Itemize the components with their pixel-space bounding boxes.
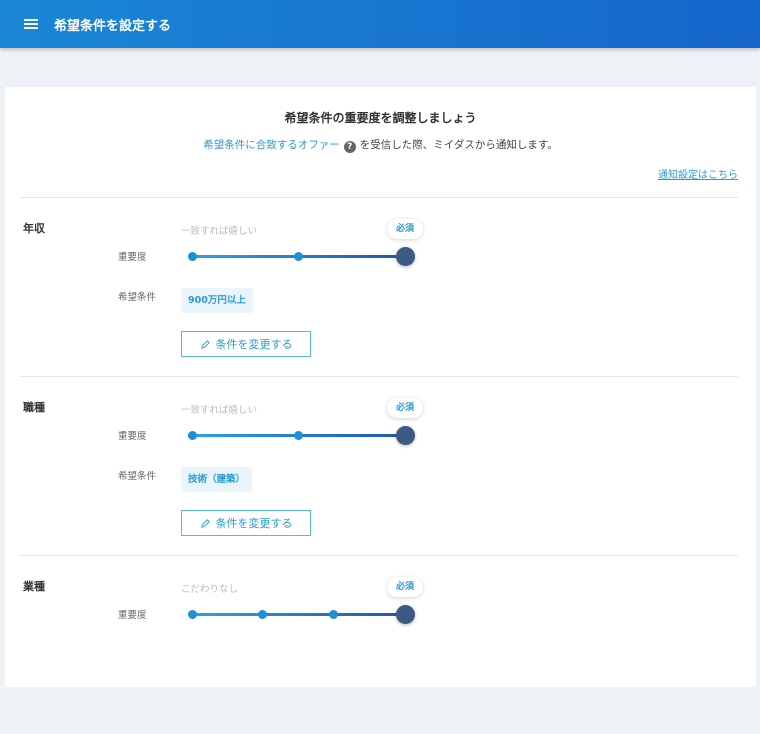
required-badge: 必須 (387, 219, 423, 239)
pencil-icon (200, 518, 210, 528)
section-title: 年収 (23, 222, 45, 235)
change-condition-button[interactable]: 条件を変更する (181, 510, 311, 536)
slider-track[interactable] (192, 613, 405, 616)
change-condition-label: 条件を変更する (215, 338, 293, 351)
slider-handle[interactable] (395, 425, 415, 445)
menu-icon[interactable] (24, 19, 38, 29)
condition-section: 業種 こだわりなし 重要度 必須 (20, 555, 738, 734)
slider-stop[interactable] (294, 430, 303, 440)
matching-offer-link[interactable]: 希望条件に合致するオファー (203, 139, 340, 151)
slider-handle[interactable] (395, 246, 415, 266)
notification-settings-link[interactable]: 通知設定はこちら (658, 166, 738, 181)
importance-level-label: 一致すれば嬉しい (181, 226, 258, 237)
section-title: 業種 (23, 580, 45, 593)
slider-stop[interactable] (187, 609, 197, 619)
intro-rest: を受信した際、ミイダスから通知します。 (359, 139, 558, 151)
importance-label: 重要度 (118, 252, 147, 263)
condition-tag: 900万円以上 (181, 288, 253, 313)
help-icon[interactable]: ? (343, 141, 356, 153)
condition-section: 職種 一致すれば嬉しい 重要度 必須希望条件 技術（建築） 条件を変更する (20, 376, 738, 555)
pencil-icon (200, 339, 210, 349)
condition-label: 希望条件 (118, 292, 157, 303)
importance-level-label: こだわりなし (181, 584, 239, 595)
required-badge: 必須 (387, 577, 423, 597)
change-condition-label: 条件を変更する (215, 517, 293, 530)
importance-level-label: 一致すれば嬉しい (181, 405, 258, 416)
slider-stop[interactable] (329, 609, 339, 619)
importance-label: 重要度 (118, 431, 147, 442)
slider-stop[interactable] (258, 609, 268, 619)
section-title: 職種 (23, 401, 45, 414)
slider-stop[interactable] (294, 251, 303, 261)
change-condition-button[interactable]: 条件を変更する (181, 331, 311, 357)
card-title: 希望条件の重要度を調整しましょう (284, 111, 477, 125)
condition-section: 年収 一致すれば嬉しい 重要度 必須希望条件 900万円以上 条件を変更する (20, 197, 738, 376)
settings-card: 希望条件の重要度を調整しましょう 希望条件に合致するオファー? を受信した際、ミイ… (5, 87, 756, 687)
required-badge: 必須 (387, 398, 423, 418)
condition-tag: 技術（建築） (181, 467, 253, 492)
app-header: 希望条件を設定する (0, 0, 760, 48)
slider-handle[interactable] (395, 604, 415, 624)
slider-stop[interactable] (187, 430, 197, 440)
condition-label: 希望条件 (118, 471, 157, 482)
page-title: 希望条件を設定する (54, 18, 172, 34)
intro-text: 希望条件に合致するオファー? を受信した際、ミイダスから通知します。 (5, 137, 756, 153)
importance-label: 重要度 (118, 610, 147, 621)
slider-stop[interactable] (187, 251, 197, 261)
